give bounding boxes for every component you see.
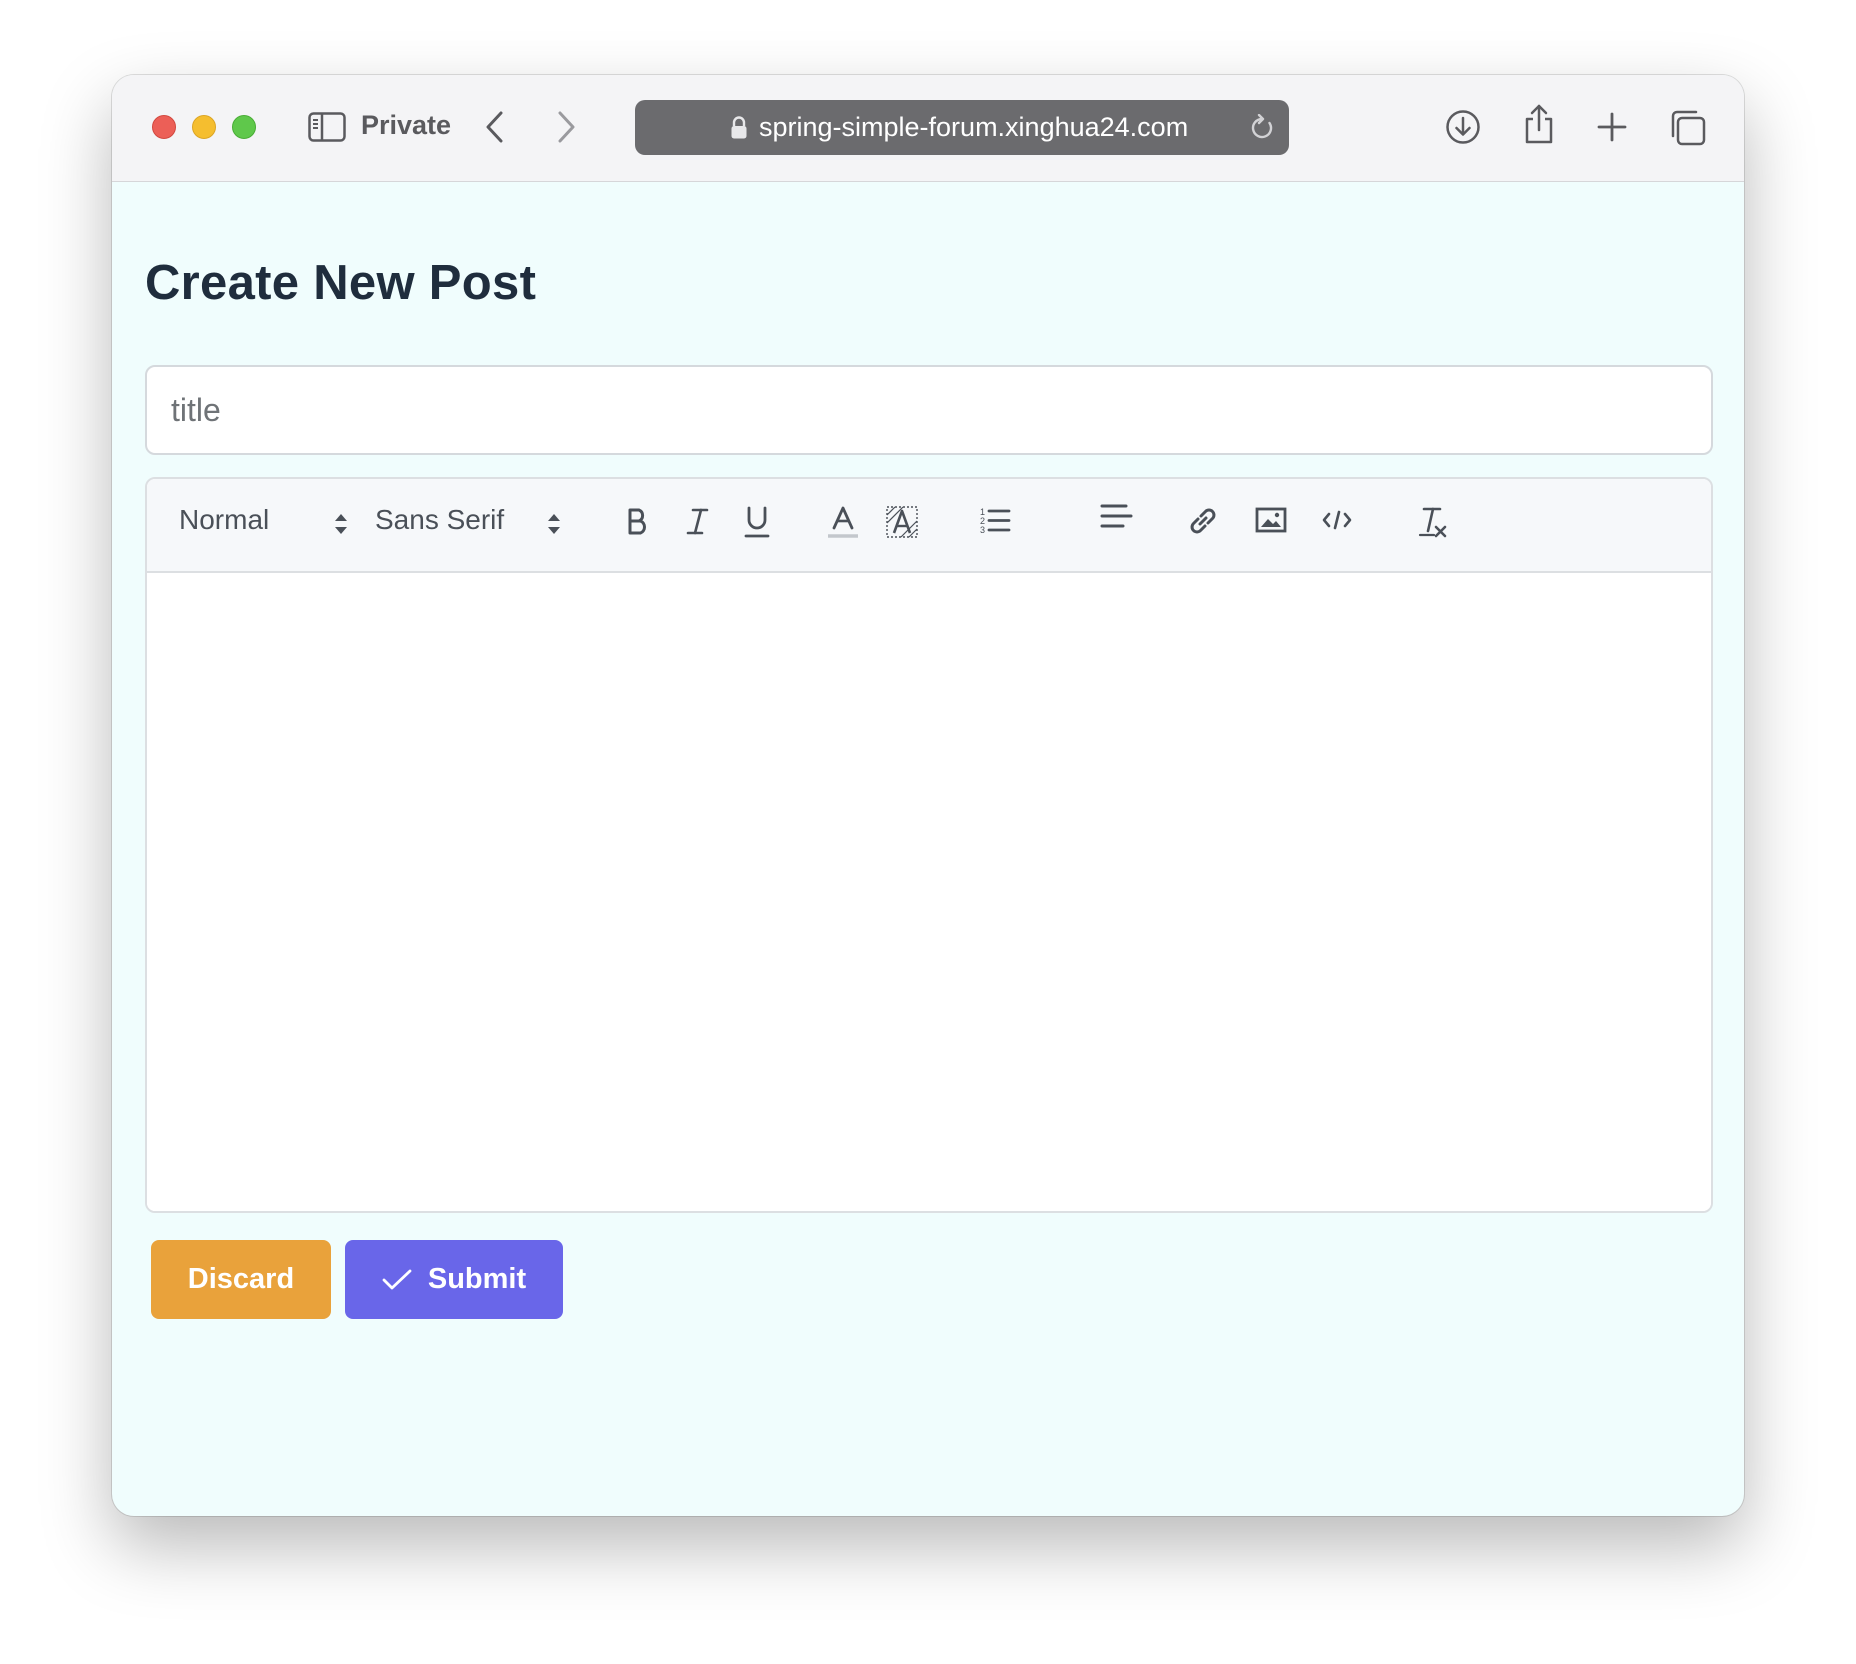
image-icon[interactable] <box>1255 505 1287 540</box>
clear-formatting-icon[interactable] <box>1417 505 1449 544</box>
underline-icon[interactable] <box>743 505 771 544</box>
ordered-list-icon[interactable]: 1 2 3 <box>979 505 1011 542</box>
discard-button-label: Discard <box>187 1263 295 1295</box>
minimize-window-button[interactable] <box>192 115 216 139</box>
url-text: spring-simple-forum.xinghua24.com <box>759 112 1189 142</box>
new-tab-plus-icon[interactable] <box>1596 111 1628 148</box>
text-size-select-value: Normal <box>179 504 270 535</box>
browser-titlebar: Private spring-simple-forum.xinghua24.co… <box>112 75 1744 182</box>
post-title-input[interactable] <box>145 365 1713 455</box>
discard-button[interactable]: Discard <box>151 1240 331 1319</box>
italic-icon[interactable] <box>685 505 711 542</box>
private-mode-label: Private <box>361 110 452 140</box>
reload-icon[interactable] <box>1249 113 1275 147</box>
browser-window: Private spring-simple-forum.xinghua24.co… <box>112 75 1744 1516</box>
submit-button-label: Submit <box>427 1263 527 1295</box>
text-color-icon[interactable] <box>827 505 859 546</box>
submit-button[interactable]: Submit <box>345 1240 563 1319</box>
font-family-select[interactable]: Sans Serif <box>375 504 575 536</box>
select-arrows-icon <box>547 510 561 542</box>
editor-toolbar: Normal Sans Serif 1 2 3 <box>147 479 1711 573</box>
text-size-select[interactable]: Normal <box>179 504 354 536</box>
align-icon[interactable] <box>1100 501 1134 538</box>
background-color-icon[interactable] <box>885 505 919 544</box>
back-arrow-icon[interactable] <box>484 110 506 149</box>
link-icon[interactable] <box>1187 505 1219 542</box>
tab-overview-icon[interactable] <box>1669 109 1707 152</box>
rich-text-editor: Normal Sans Serif 1 2 3 <box>145 477 1713 1213</box>
address-bar[interactable]: spring-simple-forum.xinghua24.com <box>635 100 1289 155</box>
svg-text:3: 3 <box>980 525 985 535</box>
download-icon[interactable] <box>1445 109 1481 150</box>
lock-icon <box>730 116 748 145</box>
checkmark-icon <box>382 1268 412 1292</box>
sidebar-toggle-icon[interactable] <box>308 112 346 147</box>
share-icon[interactable] <box>1522 103 1556 150</box>
code-block-icon[interactable] <box>1321 505 1353 540</box>
page-title: Create New Post <box>145 256 537 310</box>
close-window-button[interactable] <box>152 115 176 139</box>
editor-content-area[interactable] <box>147 573 1711 1211</box>
select-arrows-icon <box>334 510 348 542</box>
zoom-window-button[interactable] <box>232 115 256 139</box>
forward-arrow-icon[interactable] <box>555 110 577 149</box>
font-family-select-value: Sans Serif <box>375 504 505 535</box>
bold-icon[interactable] <box>625 505 651 542</box>
